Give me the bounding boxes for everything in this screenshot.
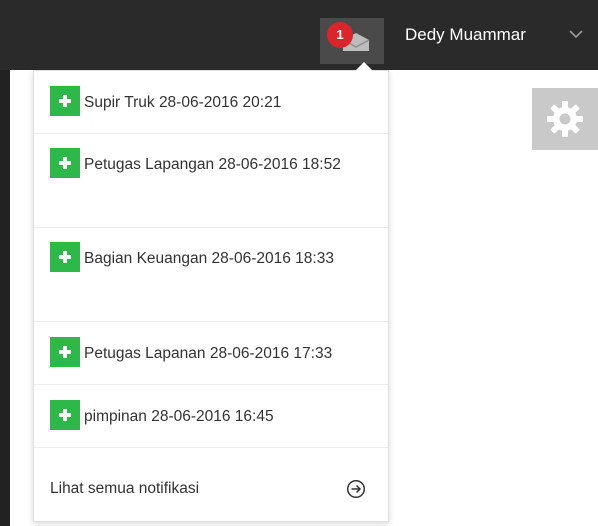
notification-text: Petugas Lapanan 28-06-2016 17:33 <box>84 345 333 362</box>
notification-dropdown: Supir Truk 28-06-2016 20:21 Petugas Lapa… <box>33 70 389 522</box>
notification-item[interactable]: pimpinan 28-06-2016 16:45 <box>34 385 388 448</box>
settings-button[interactable] <box>532 88 598 150</box>
left-sidebar-edge <box>0 70 10 526</box>
notification-item[interactable]: Petugas Lapanan 28-06-2016 17:33 <box>34 322 388 385</box>
plus-icon <box>50 147 80 178</box>
plus-icon <box>50 336 80 367</box>
user-menu-name[interactable]: Dedy Muammar <box>405 24 526 46</box>
notification-text: Bagian Keuangan 28-06-2016 18:33 <box>84 250 334 267</box>
notification-text: Petugas Lapangan 28-06-2016 18:52 <box>84 156 341 173</box>
notification-item[interactable]: Supir Truk 28-06-2016 20:21 <box>34 71 388 134</box>
dropdown-caret <box>355 62 373 71</box>
notification-text: Supir Truk 28-06-2016 20:21 <box>84 94 282 111</box>
notification-text: pimpinan 28-06-2016 16:45 <box>84 408 274 425</box>
notification-item[interactable]: Bagian Keuangan 28-06-2016 18:33 <box>34 228 388 322</box>
notification-item[interactable]: Petugas Lapangan 28-06-2016 18:52 <box>34 134 388 228</box>
chevron-down-icon[interactable] <box>569 30 583 39</box>
see-all-notifications-link[interactable]: Lihat semua notifikasi <box>50 479 199 499</box>
gear-icon <box>547 101 583 137</box>
arrow-right-circle-icon[interactable] <box>346 479 366 499</box>
notification-count-badge: 1 <box>327 22 353 48</box>
plus-icon <box>50 85 80 116</box>
plus-icon <box>50 399 80 430</box>
plus-icon <box>50 241 80 272</box>
